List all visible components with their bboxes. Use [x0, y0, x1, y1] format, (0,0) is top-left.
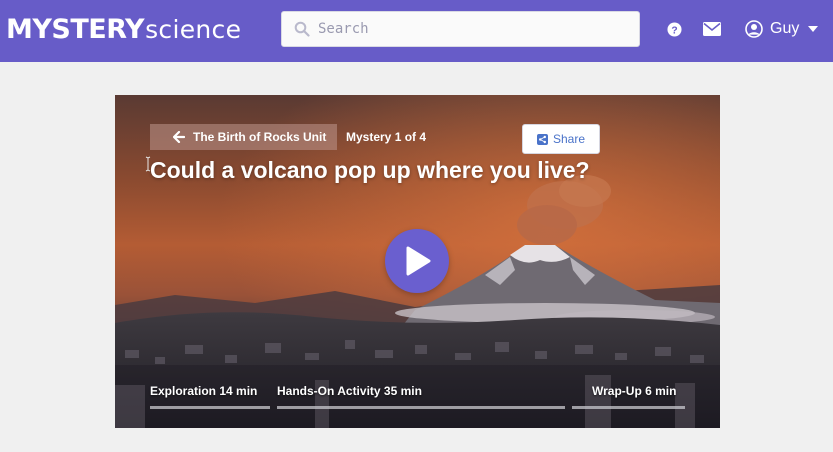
mystery-hero-video: The Birth of Rocks Unit Mystery 1 of 4 S…	[115, 95, 720, 428]
search-box[interactable]	[281, 11, 640, 47]
play-icon	[406, 246, 431, 276]
top-navigation-bar: MYSTERY science ? Guy	[0, 0, 833, 62]
svg-text:?: ?	[671, 25, 677, 36]
user-icon	[745, 20, 763, 38]
user-name: Guy	[770, 20, 800, 37]
logo-light-text: science	[145, 15, 242, 44]
segment-hands-on-activity-bar[interactable]	[277, 406, 565, 409]
help-button[interactable]: ?	[665, 20, 683, 38]
search-icon	[294, 21, 310, 37]
search-input[interactable]	[318, 21, 618, 37]
mystery-title: Could a volcano pop up where you live?	[150, 157, 590, 183]
messages-button[interactable]	[703, 20, 721, 38]
segment-hands-on-activity[interactable]: Hands-On Activity 35 min	[277, 384, 422, 398]
segment-name: Exploration	[150, 384, 217, 398]
play-video-button[interactable]	[385, 229, 449, 293]
segment-duration: 14 min	[219, 384, 258, 398]
logo-bold-text: MYSTERY	[6, 14, 145, 45]
segment-duration: 6 min	[645, 384, 677, 398]
arrow-left-icon	[173, 131, 185, 143]
segment-wrap-up-bar[interactable]	[572, 406, 685, 409]
share-button[interactable]: Share	[522, 124, 600, 154]
mystery-science-logo[interactable]: MYSTERY science	[6, 14, 242, 45]
share-label: Share	[552, 132, 586, 146]
mail-icon	[703, 22, 721, 36]
help-icon: ?	[666, 21, 682, 37]
segment-wrap-up[interactable]: Wrap-Up 6 min	[592, 384, 676, 398]
segment-name: Hands-On Activity	[277, 384, 381, 398]
mystery-count: Mystery 1 of 4	[346, 130, 427, 144]
segment-name: Wrap-Up	[592, 384, 642, 398]
back-button-label: The Birth of Rocks Unit	[193, 130, 327, 144]
segment-exploration-bar[interactable]	[150, 406, 270, 409]
back-to-unit-button[interactable]: The Birth of Rocks Unit	[150, 124, 337, 150]
share-icon	[536, 133, 548, 145]
segment-exploration[interactable]: Exploration 14 min	[150, 384, 257, 398]
user-menu[interactable]: Guy	[745, 18, 819, 40]
caret-down-icon	[808, 26, 819, 32]
segment-duration: 35 min	[383, 384, 422, 398]
